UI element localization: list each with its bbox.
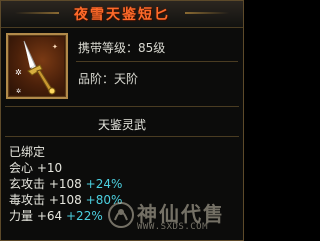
svg-text:✦: ✦ [52, 43, 58, 51]
item-icon-frame[interactable]: ✲ ✦ ✲ [6, 33, 68, 99]
stat-name: 力量 [9, 209, 34, 223]
stat-name: 毒攻击 [9, 193, 46, 207]
carry-level: 携带等级：85级 [78, 41, 166, 55]
svg-text:✲: ✲ [16, 88, 21, 95]
watermark-url: WWW.SXDS.COM [137, 222, 209, 232]
stat-name: 玄攻击 [9, 177, 46, 191]
stat-row: 玄攻击 +108 +24% [9, 176, 122, 192]
info-separator [76, 61, 238, 62]
stat-name: 会心 [9, 161, 34, 175]
bound-status: 已绑定 [9, 145, 46, 159]
stat-percent: +24% [85, 177, 123, 191]
stat-row: 力量 +64 +22% [9, 208, 122, 224]
watermark: 神仙代售 WWW.SXDS.COM [107, 196, 239, 236]
stat-value: +108 [48, 193, 82, 207]
stat-row: 毒攻击 +108 +80% [9, 192, 122, 208]
stat-percent: +22% [66, 209, 103, 223]
title-bar: 夜雪天鉴短匕 [1, 1, 243, 28]
item-tooltip: 夜雪天鉴短匕 ✲ ✦ ✲ 携带等级：85级 品阶：天阶 天鉴灵武 已绑定 会心 … [0, 0, 244, 241]
set-title: 天鉴灵武 [97, 118, 146, 132]
svg-text:✲: ✲ [15, 68, 22, 77]
section-separator-bottom [5, 136, 239, 137]
stat-row: 会心 +10 [9, 160, 122, 176]
stat-value: +10 [36, 161, 63, 175]
item-grade: 品阶：天阶 [78, 72, 139, 86]
item-name: 夜雪天鉴短匕 [74, 7, 170, 23]
stats-list: 已绑定 会心 +10 玄攻击 +108 +24% 毒攻击 +108 +80% 力… [9, 144, 122, 224]
stat-value: +64 [36, 209, 63, 223]
watermark-logo-icon [108, 202, 134, 228]
dagger-icon: ✲ ✦ ✲ [15, 40, 58, 95]
section-separator-top [5, 106, 239, 107]
stat-value: +108 [48, 177, 82, 191]
